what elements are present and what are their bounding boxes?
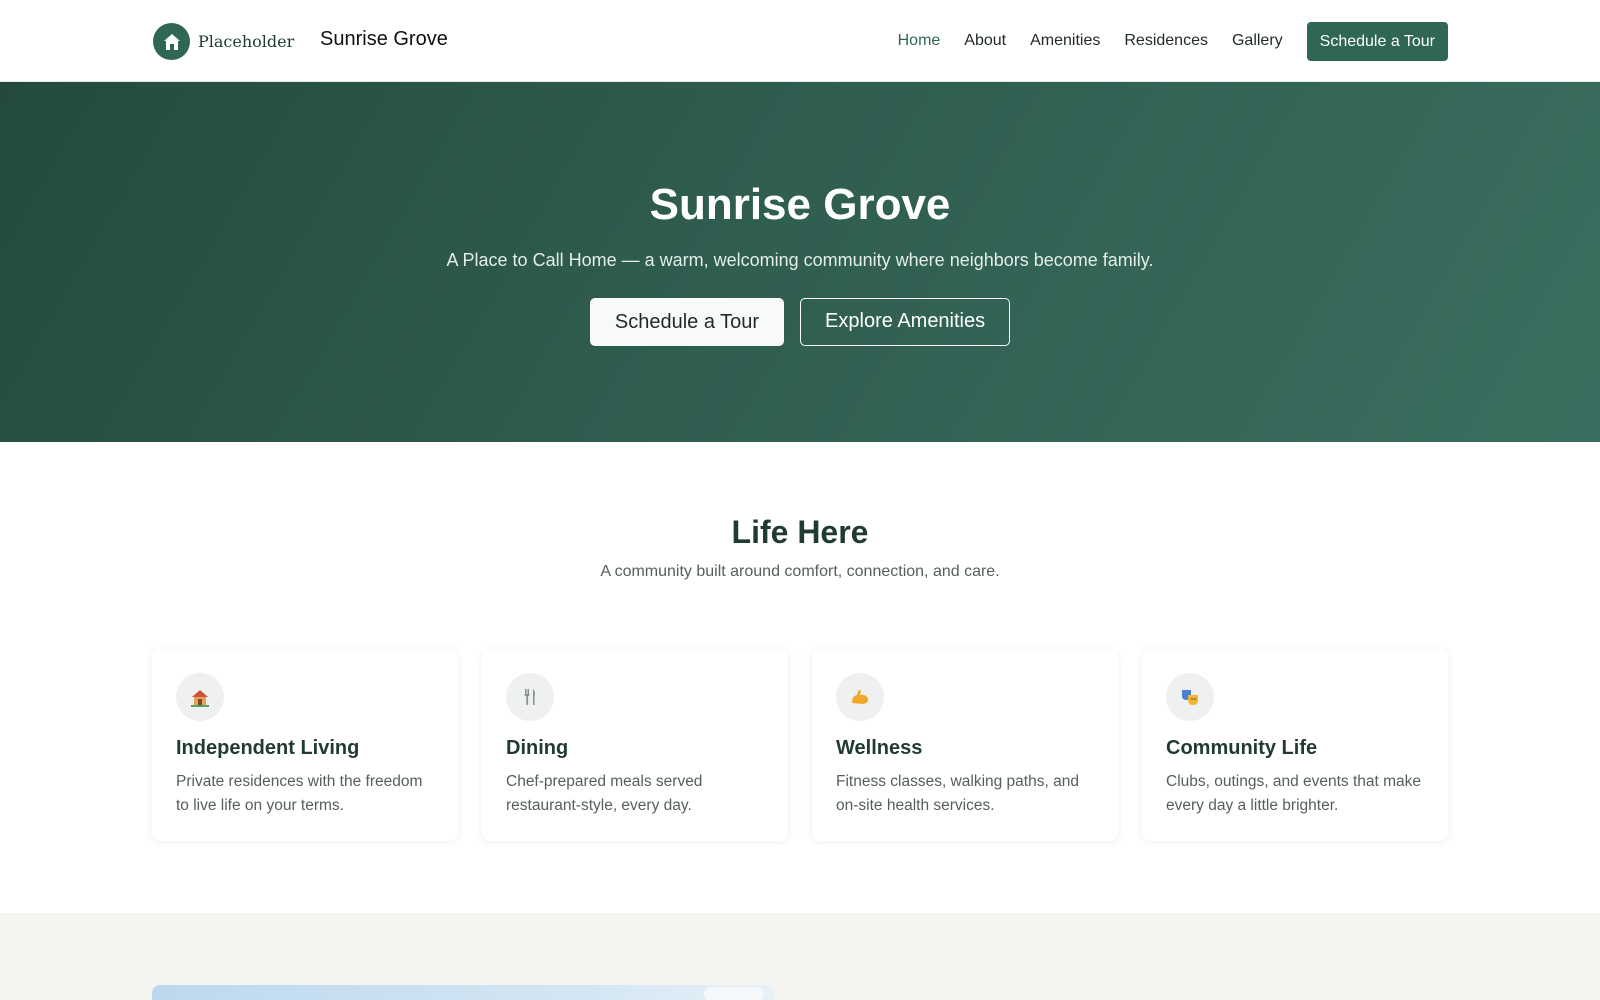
hero-section: Sunrise Grove A Place to Call Home — a w… <box>0 82 1600 442</box>
home-icon <box>153 23 190 60</box>
card-description: Clubs, outings, and events that make eve… <box>1166 773 1422 814</box>
card-dining[interactable]: Dining Chef-prepared meals served restau… <box>482 649 788 841</box>
hero-buttons: Schedule a Tour Explore Amenities <box>0 298 1600 346</box>
schedule-tour-nav-button[interactable]: Schedule a Tour <box>1306 21 1448 61</box>
card-independent-living[interactable]: Independent Living Private residences wi… <box>152 649 458 841</box>
nav-residences[interactable]: Residences <box>1124 21 1208 61</box>
feature-cards: Independent Living Private residences wi… <box>152 649 1448 841</box>
brand-name[interactable]: Sunrise Grove <box>320 28 448 51</box>
hero-subtitle: A Place to Call Home — a warm, welcoming… <box>446 250 1154 270</box>
card-community-life[interactable]: Community Life Clubs, outings, and event… <box>1142 649 1448 841</box>
card-description: Private residences with the freedom to l… <box>176 773 423 814</box>
fork-knife-icon <box>506 673 554 721</box>
card-title: Wellness <box>836 737 923 759</box>
logo-text: Placeholder <box>198 32 295 51</box>
card-description: Chef-prepared meals served restaurant-st… <box>506 773 703 814</box>
main-nav: Home About Amenities Residences Gallery … <box>874 21 1448 61</box>
card-title: Dining <box>506 737 569 759</box>
section-title: Life Here <box>731 514 869 550</box>
nav-gallery[interactable]: Gallery <box>1232 21 1283 61</box>
site-header: Placeholder Sunrise Grove Home About Ame… <box>0 0 1600 82</box>
cloud-shape <box>704 987 764 1000</box>
theater-masks-icon <box>1166 673 1214 721</box>
card-description: Fitness classes, walking paths, and on-s… <box>836 773 1079 814</box>
schedule-tour-button[interactable]: Schedule a Tour <box>589 298 785 346</box>
card-title: Independent Living <box>176 737 360 759</box>
flexed-bicep-icon <box>836 673 884 721</box>
nav-about[interactable]: About <box>964 21 1006 61</box>
explore-amenities-button[interactable]: Explore Amenities <box>800 298 1011 346</box>
section-subtitle: A community built around comfort, connec… <box>600 563 1000 580</box>
sky-image <box>152 985 774 1000</box>
card-title: Community Life <box>1166 737 1318 759</box>
logo[interactable]: Placeholder <box>153 23 294 60</box>
nav-amenities[interactable]: Amenities <box>1030 21 1100 61</box>
nav-home[interactable]: Home <box>898 21 941 61</box>
house-icon <box>176 673 224 721</box>
card-wellness[interactable]: Wellness Fitness classes, walking paths,… <box>812 649 1118 841</box>
hero-title: Sunrise Grove <box>649 180 951 229</box>
next-section <box>0 913 1600 1000</box>
